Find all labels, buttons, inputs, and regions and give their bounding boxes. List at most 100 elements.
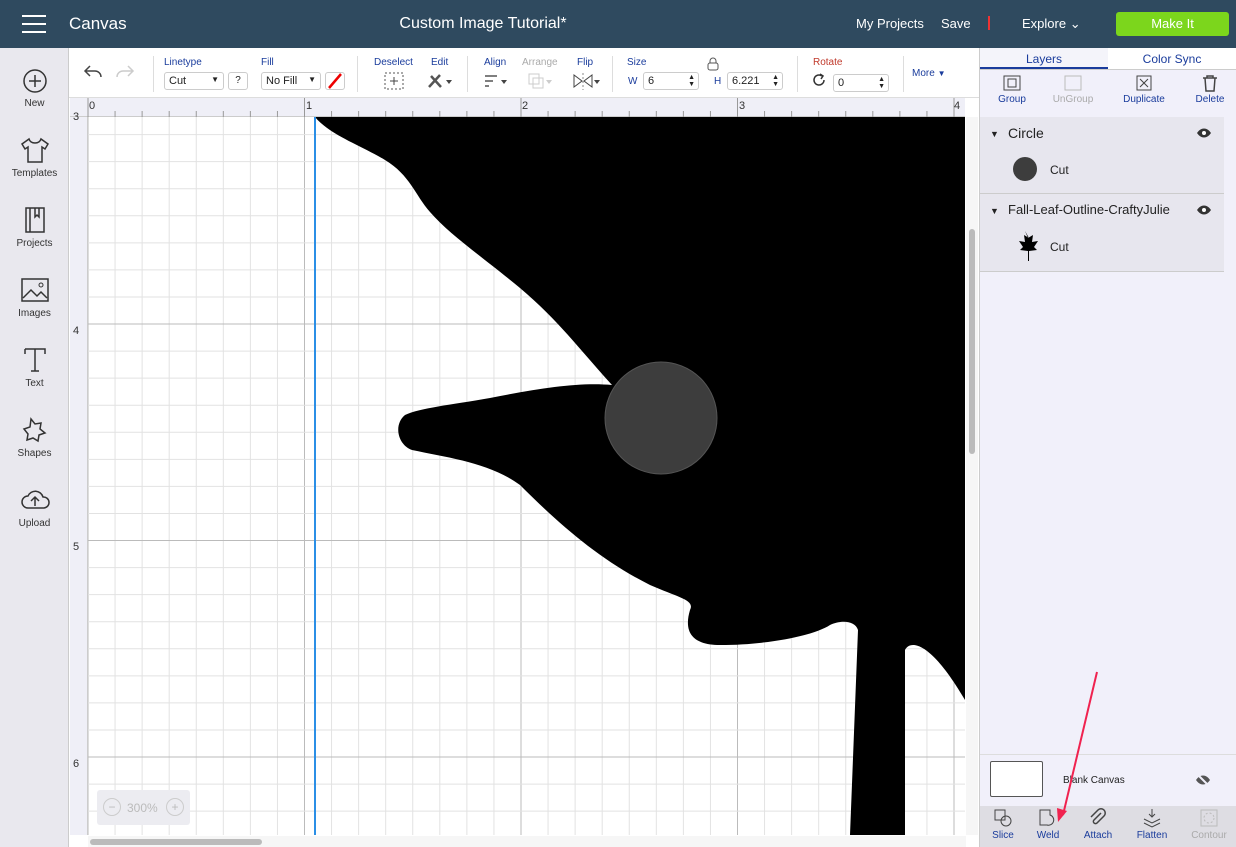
ungroup-label: UnGroup [1052,94,1094,105]
ruler-label: 3 [73,111,80,123]
size-label: Size [627,57,647,68]
weld-label: Weld [1036,830,1060,841]
height-input[interactable]: 6.221 ▲ ▼ [727,72,783,90]
design-canvas[interactable] [88,117,965,835]
divider [903,56,904,92]
rotate-icon [813,73,825,86]
zoom-in-button[interactable]: + [166,798,184,816]
sidebar-item-label: Upload [18,518,51,529]
group-icon [1003,75,1021,91]
stepper-icon[interactable]: ▲ ▼ [878,76,885,90]
fall-leaf-shape[interactable] [315,117,965,835]
make-it-button[interactable]: Make It [1116,12,1229,36]
save-button[interactable]: Save [941,16,971,31]
design-objects [314,117,965,835]
circle-shape[interactable] [604,361,718,475]
tab-color-sync[interactable]: Color Sync [1108,48,1236,69]
weld-button[interactable]: Weld [1023,808,1073,841]
more-menu[interactable]: More ▼ [912,68,946,79]
stepper-icon[interactable]: ▲ ▼ [772,74,779,88]
attach-button[interactable]: Attach [1073,808,1123,841]
ruler-label: 0 [89,100,96,112]
circle-thumbnail [1013,157,1037,181]
zoom-out-button[interactable]: − [103,798,121,816]
eye-icon[interactable] [1196,204,1212,216]
image-icon [20,278,49,302]
sidebar-item-new[interactable]: New [0,68,69,109]
flatten-button[interactable]: Flatten [1127,808,1177,841]
contour-icon [1200,809,1218,827]
divider [797,56,798,92]
width-input[interactable]: 6 ▲ ▼ [643,72,699,90]
delete-button[interactable]: Delete [1178,74,1236,105]
explore-menu[interactable]: Explore ⌄ [1022,16,1081,32]
align-label: Align [484,57,507,68]
my-projects-link[interactable]: My Projects [856,16,924,31]
width-value: 6 [648,75,655,87]
rotate-input[interactable]: 0 ▲ ▼ [833,74,889,92]
sidebar-item-label: Shapes [17,448,52,459]
divider [467,56,468,92]
caret-down-icon[interactable]: ▼ [990,129,999,139]
sidebar-item-templates[interactable]: Templates [0,136,69,179]
blank-canvas-swatch[interactable] [990,761,1043,797]
chevron-down-icon: ⌄ [1069,16,1081,31]
linetype-value: Cut [169,75,187,87]
flip-icon[interactable] [572,72,600,90]
linetype-select[interactable]: Cut ▼ [164,72,224,90]
upload-icon [20,490,50,509]
sidebar-item-label: Images [18,308,51,319]
redo-icon[interactable] [115,64,135,80]
blank-canvas-label: Blank Canvas [1063,775,1125,786]
align-icon[interactable] [483,72,509,90]
rotate-value: 0 [838,77,845,89]
eye-hidden-icon[interactable] [1195,773,1211,787]
stepper-icon[interactable]: ▲ ▼ [688,74,695,88]
shapes-icon [22,417,47,443]
sidebar-item-images[interactable]: Images [0,276,69,319]
paperclip-icon [1090,808,1106,825]
linetype-help-button[interactable]: ? [228,72,248,90]
sidebar-item-text[interactable]: Text [0,346,69,389]
sidebar-item-label: New [24,98,45,109]
zoom-control: − 300% + [97,790,190,825]
edit-tools-icon[interactable] [427,72,453,90]
no-fill-icon [328,73,342,89]
arrange-icon[interactable] [527,72,553,90]
ruler-label: 5 [73,541,80,553]
horizontal-scrollbar[interactable] [88,836,966,847]
scrollbar-thumb[interactable] [90,839,262,845]
duplicate-button[interactable]: Duplicate [1112,74,1176,105]
arrange-label: Arrange [522,57,558,68]
tab-layers[interactable]: Layers [980,48,1108,69]
sidebar-item-projects[interactable]: Projects [0,206,69,249]
eye-icon[interactable] [1196,127,1212,139]
sidebar-item-upload[interactable]: Upload [0,486,69,529]
group-button[interactable]: Group [980,74,1044,105]
fill-color-swatch[interactable] [325,72,345,90]
fill-select[interactable]: No Fill ▼ [261,72,321,90]
ruler-label: 2 [522,100,529,112]
lock-icon[interactable] [706,57,720,71]
deselect-icon[interactable] [384,72,404,90]
slice-button[interactable]: Slice [978,808,1028,841]
shirt-icon [20,137,49,163]
contour-button[interactable]: Contour [1184,808,1234,841]
ruler-label: 1 [306,100,313,112]
caret-down-icon: ▼ [308,75,316,84]
layer-group-circle[interactable]: ▼ Circle Cut [980,117,1224,194]
scrollbar-thumb[interactable] [969,229,975,454]
undo-icon[interactable] [83,64,103,80]
ungroup-icon [1064,75,1082,91]
divider [988,16,990,30]
ungroup-button[interactable]: UnGroup [1041,74,1105,105]
slice-label: Slice [992,830,1014,841]
blank-canvas-row[interactable]: Blank Canvas [980,754,1236,806]
layer-group-leaf[interactable]: ▼ Fall-Leaf-Outline-CraftyJulie Cut [980,194,1224,272]
caret-down-icon[interactable]: ▼ [990,206,999,216]
edit-label: Edit [431,57,449,68]
top-bar: Canvas Custom Image Tutorial* My Project… [0,0,1236,48]
vertical-scrollbar[interactable] [966,117,978,835]
sidebar-item-shapes[interactable]: Shapes [0,416,69,459]
ruler-top: 0 1 2 3 4 [70,98,965,117]
